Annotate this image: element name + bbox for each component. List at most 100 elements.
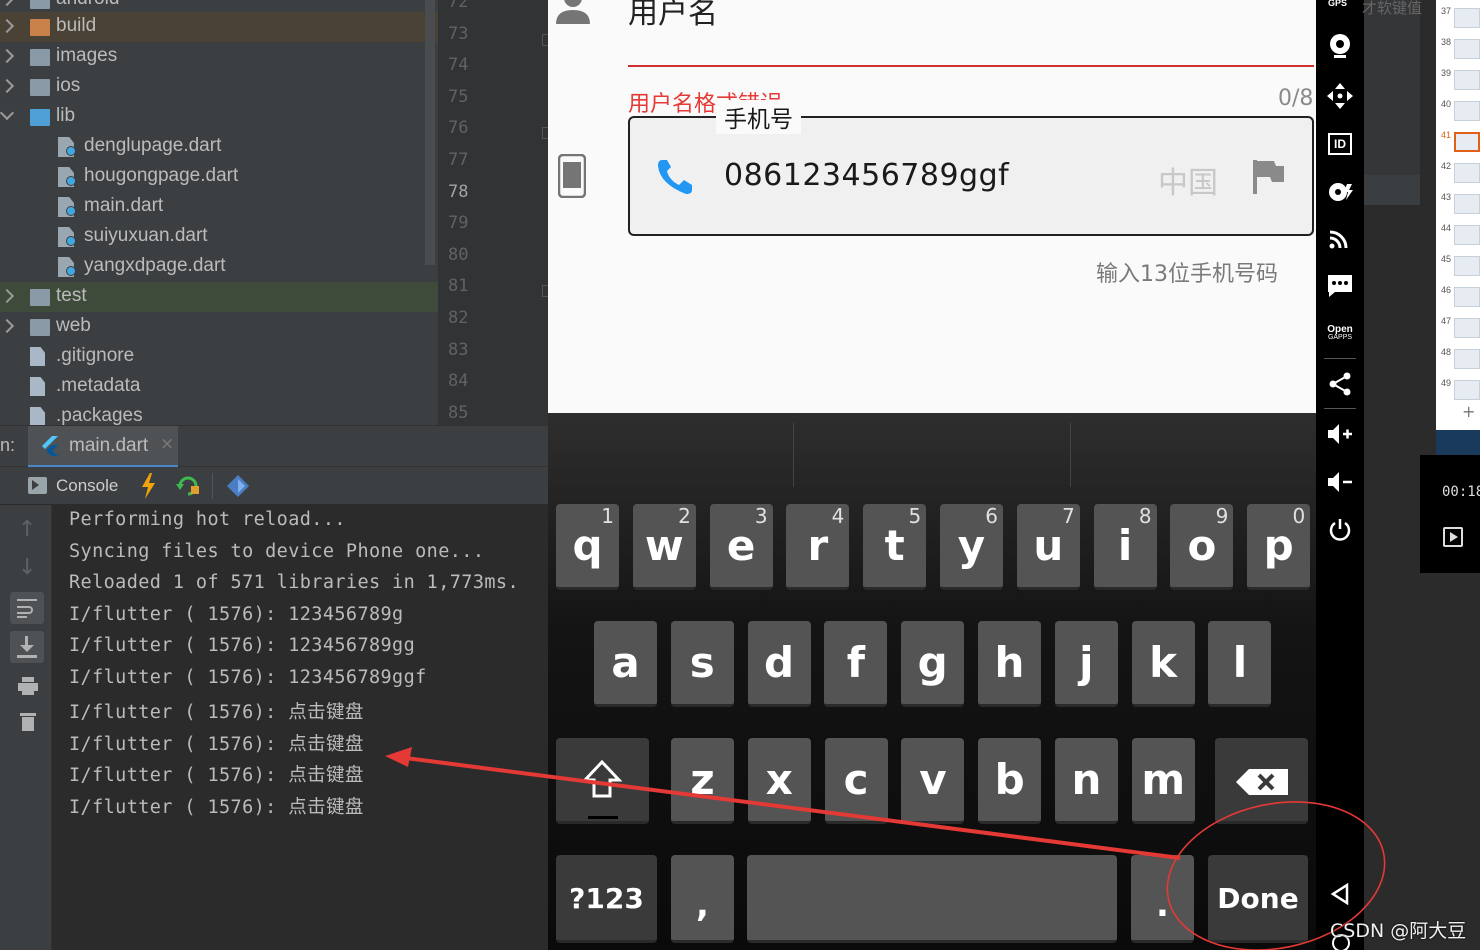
tree-scrollbar[interactable]: [425, 0, 435, 265]
soft-wrap-icon[interactable]: [10, 592, 44, 624]
done-key[interactable]: Done: [1208, 855, 1308, 943]
opengapps-icon[interactable]: Open GAPPS: [1322, 325, 1358, 342]
tree-item[interactable]: .gitignore: [0, 342, 438, 372]
tree-item[interactable]: test: [0, 282, 438, 312]
tab-main-dart[interactable]: main.dart ×: [28, 426, 178, 468]
page-thumbnail[interactable]: [1454, 70, 1480, 90]
chevron-right-icon[interactable]: [0, 48, 15, 64]
trash-icon[interactable]: [20, 712, 36, 732]
key-c[interactable]: c: [824, 738, 888, 824]
volume-down-icon[interactable]: [1324, 466, 1356, 498]
key-b[interactable]: b: [978, 738, 1042, 824]
tree-item[interactable]: build: [0, 12, 438, 42]
tree-item[interactable]: yangxdpage.dart: [0, 252, 438, 282]
key-k[interactable]: k: [1131, 621, 1195, 707]
page-thumbnail[interactable]: [1454, 39, 1480, 59]
tree-item[interactable]: .metadata: [0, 372, 438, 402]
country-code-text[interactable]: 中国: [1158, 158, 1218, 202]
symbols-key[interactable]: ?123: [556, 855, 657, 943]
id-icon[interactable]: ID: [1324, 128, 1356, 160]
key-g[interactable]: g: [901, 621, 965, 707]
share-icon[interactable]: [1324, 368, 1356, 400]
chevron-right-icon[interactable]: [0, 0, 15, 7]
arrow-down-icon[interactable]: ↓: [18, 555, 36, 580]
media-icon[interactable]: [1324, 176, 1356, 208]
page-thumbnail[interactable]: [1454, 194, 1480, 214]
key-s[interactable]: s: [670, 621, 734, 707]
period-key[interactable]: .: [1131, 855, 1194, 943]
phone-input-field[interactable]: 086123456789ggf 中国: [628, 116, 1314, 236]
power-icon[interactable]: [1324, 514, 1356, 546]
tree-item[interactable]: .packages: [0, 402, 438, 425]
key-l[interactable]: l: [1208, 621, 1272, 707]
page-thumbnail[interactable]: [1454, 380, 1480, 400]
key-e[interactable]: e3: [709, 504, 773, 590]
chevron-right-icon[interactable]: [0, 318, 15, 334]
space-key[interactable]: [747, 855, 1117, 943]
page-thumbnail[interactable]: [1454, 8, 1480, 28]
key-u[interactable]: u7: [1016, 504, 1080, 590]
key-x[interactable]: x: [747, 738, 811, 824]
key-a[interactable]: a: [594, 621, 657, 707]
hot-restart-icon[interactable]: [176, 475, 200, 497]
flag-icon[interactable]: [1252, 158, 1286, 194]
key-z[interactable]: z: [671, 738, 734, 824]
key-m[interactable]: m: [1131, 738, 1195, 824]
dart-devtools-icon[interactable]: [226, 474, 250, 498]
volume-up-icon[interactable]: [1324, 418, 1356, 450]
key-q[interactable]: q1: [556, 504, 619, 590]
back-icon[interactable]: [1324, 878, 1356, 910]
tree-item[interactable]: ios: [0, 72, 438, 102]
print-icon[interactable]: [18, 677, 38, 695]
key-t[interactable]: t5: [863, 504, 927, 590]
tree-item[interactable]: images: [0, 42, 438, 72]
comma-key[interactable]: ,: [671, 855, 734, 943]
tree-item[interactable]: suiyuxuan.dart: [0, 222, 438, 252]
page-thumbnail[interactable]: [1454, 318, 1480, 338]
folder-icon: [30, 319, 50, 336]
move-arrows-icon[interactable]: [1324, 80, 1356, 112]
page-thumbnail[interactable]: [1454, 349, 1480, 369]
key-j[interactable]: j: [1054, 621, 1118, 707]
backspace-key[interactable]: [1215, 738, 1308, 824]
tree-item[interactable]: main.dart: [0, 192, 438, 222]
page-thumbnail[interactable]: [1454, 163, 1480, 183]
page-thumbnail[interactable]: [1454, 287, 1480, 307]
key-w[interactable]: w2: [632, 504, 696, 590]
message-icon[interactable]: [1324, 270, 1356, 302]
key-o[interactable]: o9: [1170, 504, 1234, 590]
username-underline[interactable]: [628, 65, 1314, 67]
tree-item[interactable]: lib: [0, 102, 438, 132]
key-r[interactable]: r4: [786, 504, 850, 590]
close-icon[interactable]: ×: [160, 434, 174, 454]
tree-item[interactable]: hougongpage.dart: [0, 162, 438, 192]
key-i[interactable]: i8: [1093, 504, 1157, 590]
page-thumbnail[interactable]: [1454, 256, 1480, 276]
key-n[interactable]: n: [1055, 738, 1118, 824]
hot-reload-icon[interactable]: [140, 473, 156, 499]
scroll-to-end-icon[interactable]: [10, 631, 44, 663]
shift-key[interactable]: [556, 738, 649, 824]
key-v[interactable]: v: [901, 738, 965, 824]
arrow-up-icon[interactable]: ↑: [18, 517, 36, 542]
chevron-right-icon[interactable]: [0, 288, 15, 304]
console-tab[interactable]: Console: [56, 476, 118, 496]
webcam-icon[interactable]: [1324, 30, 1356, 62]
key-p[interactable]: p0: [1247, 504, 1311, 590]
tree-item[interactable]: web: [0, 312, 438, 342]
key-d[interactable]: d: [747, 621, 811, 707]
key-f[interactable]: f: [824, 621, 888, 707]
page-thumbnail[interactable]: [1454, 101, 1480, 121]
add-page-icon[interactable]: +: [1462, 402, 1475, 421]
tree-item[interactable]: denglupage.dart: [0, 132, 438, 162]
chevron-right-icon[interactable]: [0, 18, 15, 34]
key-y[interactable]: y6: [940, 504, 1003, 590]
cast-icon[interactable]: [1324, 222, 1356, 254]
gps-icon[interactable]: GPS: [1328, 0, 1347, 8]
play-icon[interactable]: [1443, 527, 1463, 547]
chevron-right-icon[interactable]: [0, 78, 15, 94]
page-thumbnail[interactable]: [1454, 132, 1480, 152]
page-thumbnail[interactable]: [1454, 225, 1480, 245]
key-h[interactable]: h: [978, 621, 1041, 707]
chevron-down-icon[interactable]: [0, 105, 15, 121]
